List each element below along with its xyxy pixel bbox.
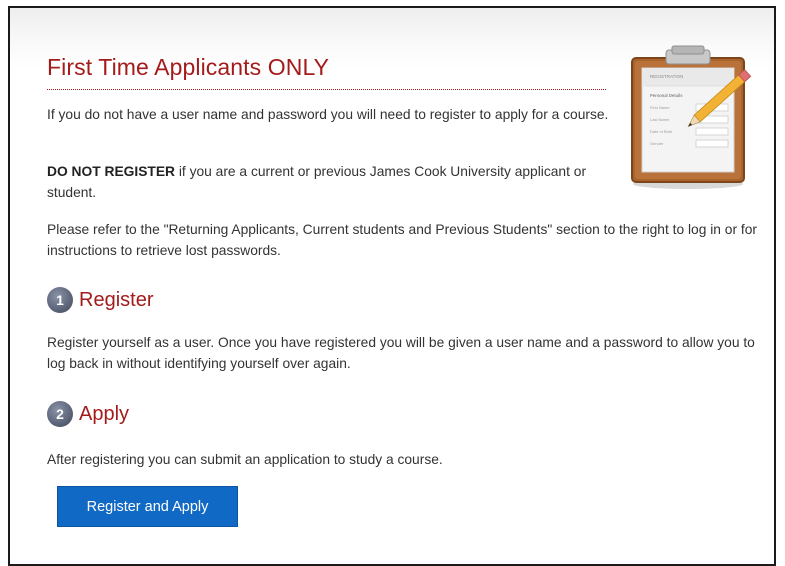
clipboard-registration-icon: REGISTRATION Personal Details First Name… <box>616 42 766 192</box>
form-field-label: Date of Birth <box>650 129 672 134</box>
register-description: Register yourself as a user. Once you ha… <box>47 335 755 371</box>
title-divider <box>47 89 606 90</box>
apply-description: After registering you can submit an appl… <box>47 452 443 467</box>
register-and-apply-button[interactable]: Register and Apply <box>57 486 238 527</box>
step-apply-heading: 2 Apply <box>47 401 129 427</box>
form-section: Personal Details <box>650 93 683 98</box>
step-title: Register <box>79 288 154 311</box>
form-field-label: First Name <box>650 105 670 110</box>
step-register-heading: 1 Register <box>47 287 153 313</box>
step-title: Apply <box>79 402 130 425</box>
step-number-badge: 1 <box>47 287 73 313</box>
form-field-label: Last Name <box>650 117 670 122</box>
form-title: REGISTRATION <box>650 74 683 79</box>
refer-paragraph: Please refer to the "Returning Applicant… <box>47 222 758 258</box>
warning-emphasis: DO NOT REGISTER <box>47 164 176 179</box>
page-title: First Time Applicants ONLY <box>47 54 330 80</box>
form-field-label: Gender <box>650 141 664 146</box>
step-number-badge: 2 <box>47 401 73 427</box>
warning-paragraph: DO NOT REGISTER if you are a current or … <box>47 161 617 203</box>
intro-paragraph: If you do not have a user name and passw… <box>47 107 609 122</box>
